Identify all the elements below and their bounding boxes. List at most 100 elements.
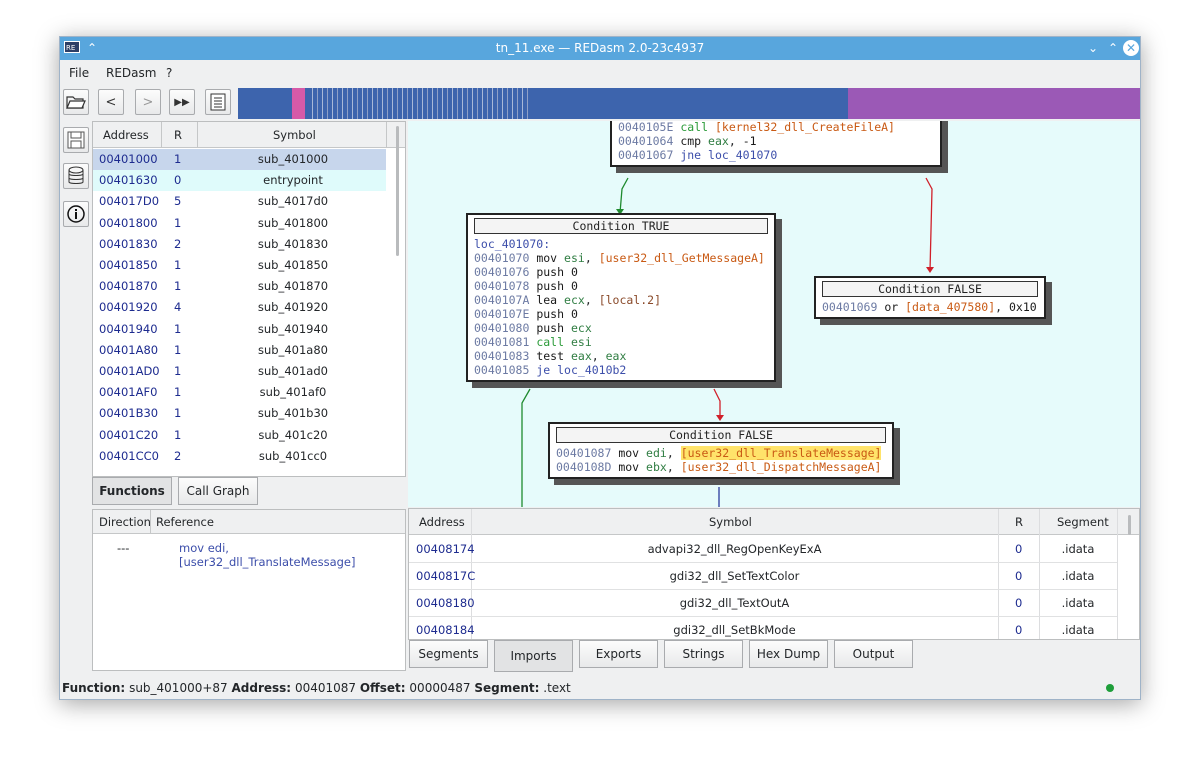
function-row[interactable]: 00401A80 1 sub_401a80 (93, 340, 386, 361)
instruction-line[interactable]: 0040107E push 0 (474, 307, 768, 321)
info-button[interactable] (63, 201, 89, 227)
import-row[interactable]: 00408184 gdi32_dll_SetBkMode 0 .idata (409, 617, 1117, 639)
save-database-button[interactable] (63, 127, 89, 153)
function-graph-view[interactable]: 0040105E call [kernel32_dll_CreateFileA]… (408, 121, 1140, 507)
function-symbol: sub_401a80 (258, 342, 328, 357)
function-row[interactable]: 00401C20 1 sub_401c20 (93, 425, 386, 446)
save-icon (67, 131, 85, 149)
instruction-line[interactable]: 00401069 or [data_407580], 0x10 (822, 300, 1038, 314)
instruction-line[interactable]: 00401083 test eax, eax (474, 349, 768, 363)
instruction-mnemonic: je (536, 363, 551, 377)
imports-scrollbar[interactable] (1128, 515, 1131, 535)
functions-scrollbar[interactable] (396, 126, 399, 256)
close-icon[interactable]: ✕ (1123, 40, 1139, 56)
instruction-line[interactable]: 00401067 jne loc_401070 (618, 148, 934, 162)
graph-block-condition-false-right[interactable]: Condition FALSE 00401069 or [data_407580]… (814, 276, 1046, 319)
header-symbol[interactable]: Symbol (709, 515, 752, 529)
tab-output[interactable]: Output (834, 640, 913, 668)
function-refs: 2 (174, 448, 182, 463)
function-row[interactable]: 00401CC0 2 sub_401cc0 (93, 446, 386, 467)
function-address: 00401940 (99, 321, 158, 336)
tab-exports[interactable]: Exports (579, 640, 658, 668)
function-row[interactable]: 00401630 0 entrypoint (93, 170, 386, 192)
import-row[interactable]: 0040817C gdi32_dll_SetTextColor 0 .idata (409, 563, 1117, 590)
instruction-mnemonic: call (680, 121, 709, 134)
instruction-line[interactable]: 00401080 push ecx (474, 321, 768, 335)
function-row[interactable]: 00401940 1 sub_401940 (93, 319, 386, 340)
instruction-line[interactable]: 00401085 je loc_4010b2 (474, 363, 768, 377)
open-file-button[interactable] (63, 89, 89, 115)
graph-block-condition-true[interactable]: Condition TRUE loc_401070: 00401070 mov es… (466, 213, 776, 382)
menu-help[interactable]: ? (166, 66, 172, 80)
functions-table-header: Address R Symbol (93, 122, 405, 148)
instruction-mnemonic: call (536, 335, 565, 349)
edge-true-2 (521, 388, 531, 507)
goto-button[interactable]: ▶▶ (169, 89, 195, 115)
header-address[interactable]: Address (103, 128, 149, 142)
function-refs: 1 (174, 364, 182, 378)
minimize-icon[interactable]: ⌄ (1085, 41, 1101, 55)
header-segment[interactable]: Segment (1057, 515, 1109, 529)
document-overview-bar[interactable] (238, 88, 1140, 119)
instruction-line[interactable]: 00401081 call esi (474, 335, 768, 349)
database-button[interactable] (63, 163, 89, 189)
tab-strings[interactable]: Strings (664, 640, 743, 668)
imports-table-header: Address Symbol R Segment (409, 509, 1139, 535)
function-refs: 1 (174, 152, 182, 166)
back-button[interactable]: < (98, 89, 124, 115)
instruction-mnemonic: or (884, 300, 899, 314)
menu-redasm[interactable]: REDasm (106, 66, 156, 80)
maximize-icon[interactable]: ⌃ (1105, 41, 1121, 55)
function-symbol: sub_401ad0 (258, 364, 328, 378)
import-symbol: gdi32_dll_TextOutA (679, 596, 790, 610)
function-row[interactable]: 00401870 1 sub_401870 (93, 276, 386, 297)
instruction-line[interactable]: 00401076 push 0 (474, 265, 768, 279)
header-r[interactable]: R (174, 128, 182, 142)
tab-call-graph[interactable]: Call Graph (178, 477, 258, 505)
menu-bar: File REDasm ? (60, 60, 1140, 84)
instruction-line[interactable]: 00401064 cmp eax, -1 (618, 134, 934, 148)
menu-file[interactable]: File (69, 66, 89, 80)
graph-block-condition-false-bottom[interactable]: Condition FALSE 00401087 mov edi, [user32… (548, 422, 894, 479)
function-row[interactable]: 00401AD0 1 sub_401ad0 (93, 361, 386, 382)
instruction-line[interactable]: 0040108D mov ebx, [user32_dll_DispatchMe… (556, 460, 886, 474)
header-r[interactable]: R (1015, 515, 1023, 529)
header-reference[interactable]: Reference (156, 515, 214, 529)
tab-functions[interactable]: Functions (92, 477, 172, 505)
instruction-address: 00401087 (556, 446, 612, 460)
function-row[interactable]: 00401800 1 sub_401800 (93, 213, 386, 234)
function-row[interactable]: 00401830 2 sub_401830 (93, 234, 386, 255)
instruction-line[interactable]: 0040107A lea ecx, [local.2] (474, 293, 768, 307)
function-row[interactable]: 004017D0 5 sub_4017d0 (93, 191, 386, 212)
tab-imports[interactable]: Imports (494, 640, 573, 672)
import-row[interactable]: 00408174 advapi32_dll_RegOpenKeyExA 0 .idat… (409, 536, 1117, 563)
function-row[interactable]: 00401000 1 sub_401000 (93, 149, 386, 170)
import-segment: .idata (1061, 569, 1095, 583)
listing-button[interactable] (205, 89, 231, 115)
block-label[interactable]: loc_401070: (474, 237, 768, 251)
overview-code-gap (528, 88, 548, 119)
edge-false-arrow (926, 267, 934, 273)
forward-button[interactable]: > (135, 89, 161, 115)
instruction-line[interactable]: 0040105E call [kernel32_dll_CreateFileA] (618, 121, 934, 134)
tab-segments[interactable]: Segments (409, 640, 488, 668)
graph-block-entry[interactable]: 0040105E call [kernel32_dll_CreateFileA]… (610, 121, 942, 167)
import-row[interactable]: 00408180 gdi32_dll_TextOutA 0 .idata (409, 590, 1117, 617)
function-row[interactable]: 00401AF0 1 sub_401af0 (93, 382, 386, 403)
function-row[interactable]: 00401920 4 sub_401920 (93, 297, 386, 318)
header-direction[interactable]: Direction (99, 515, 151, 529)
reference-instruction[interactable]: mov edi, [user32_dll_TranslateMessage] (179, 541, 405, 569)
instruction-line[interactable]: 00401070 mov esi, [user32_dll_GetMessage… (474, 251, 768, 265)
instruction-line[interactable]: 00401087 mov edi, [user32_dll_TranslateM… (556, 446, 886, 460)
function-refs: 1 (174, 406, 182, 421)
instruction-line[interactable]: 00401078 push 0 (474, 279, 768, 293)
tab-hex-dump[interactable]: Hex Dump (749, 640, 828, 668)
header-symbol[interactable]: Symbol (273, 128, 316, 142)
function-row[interactable]: 00401850 1 sub_401850 (93, 255, 386, 276)
function-address: 00401870 (99, 279, 158, 294)
import-symbol: gdi32_dll_SetBkMode (673, 623, 796, 637)
function-row[interactable]: 00401B30 1 sub_401b30 (93, 403, 386, 424)
status-offset-label: Offset: (359, 681, 406, 695)
header-address[interactable]: Address (419, 515, 465, 529)
imports-table: Address Symbol R Segment 00408174 advapi3… (408, 508, 1140, 640)
